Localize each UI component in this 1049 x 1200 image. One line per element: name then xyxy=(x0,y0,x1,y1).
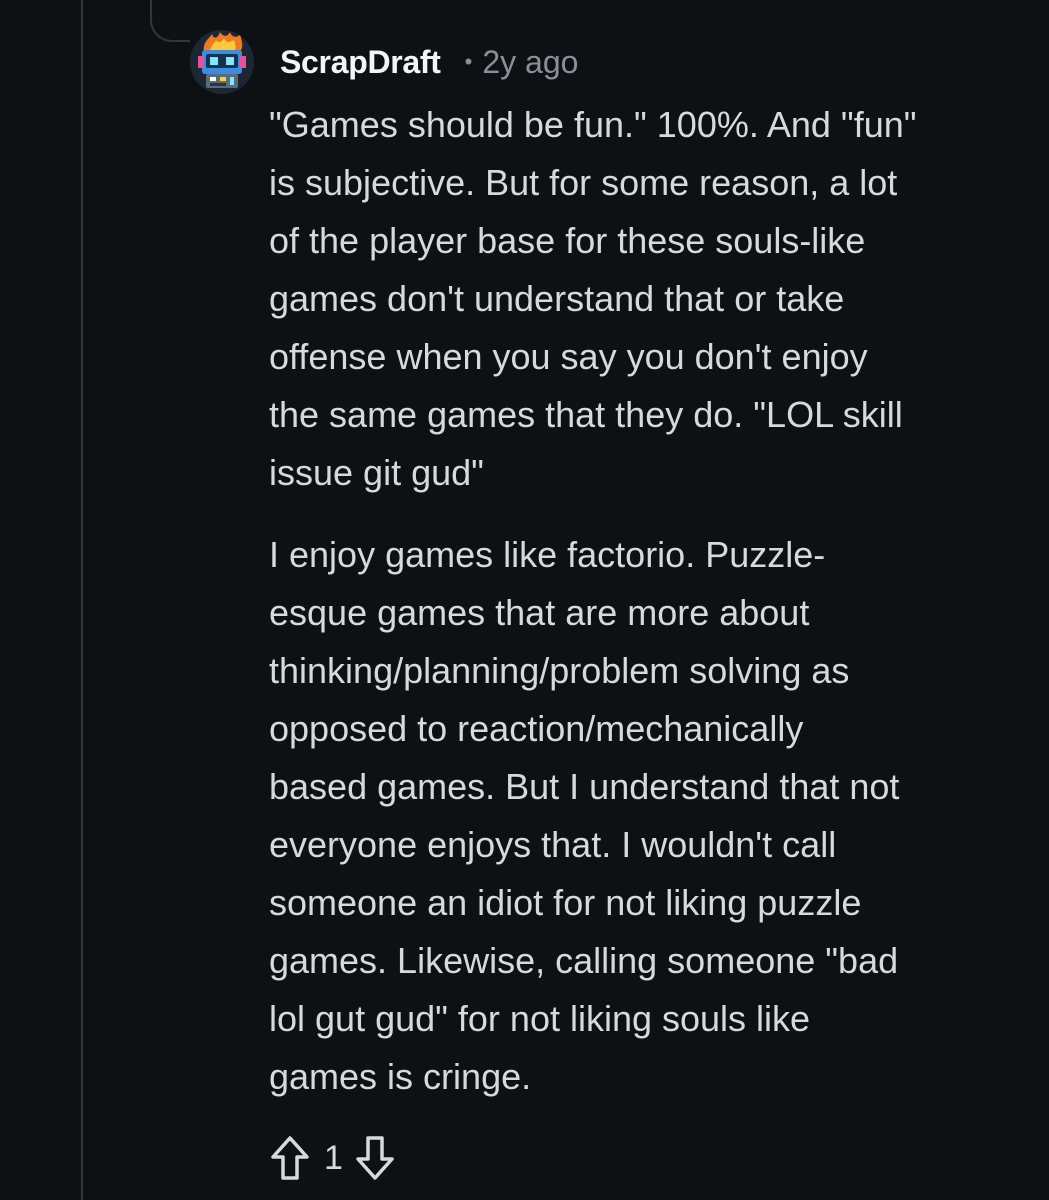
comment-timestamp[interactable]: 2y ago xyxy=(482,44,578,81)
comment-line: thinking/planning/problem solving as xyxy=(269,650,850,691)
comment-line: esque games that are more about xyxy=(269,592,810,633)
parent-thread-line[interactable] xyxy=(81,0,83,1200)
comment-line: based games. But I understand that not xyxy=(269,766,900,807)
comment-line: opposed to reaction/mechanically xyxy=(269,708,804,749)
comment-line: issue git gud" xyxy=(269,452,484,493)
comment-line: games don't understand that or take xyxy=(269,278,845,319)
username-link[interactable]: ScrapDraft xyxy=(280,44,441,81)
comment-line: lol gut gud" for not liking souls like xyxy=(269,998,811,1039)
comment-paragraph: I enjoy games like factorio. Puzzle- esq… xyxy=(269,526,1029,1106)
comment-line: everyone enjoys that. I wouldn't call xyxy=(269,824,837,865)
vote-count: 1 xyxy=(324,1138,343,1177)
meta-separator: • xyxy=(464,49,473,74)
comment-body: "Games should be fun." 100%. And "fun" i… xyxy=(269,96,1029,1106)
comment-line: offense when you say you don't enjoy xyxy=(269,336,868,377)
comment-line: is subjective. But for some reason, a lo… xyxy=(269,162,898,203)
comment-line: games is cringe. xyxy=(269,1056,532,1097)
downvote-arrow-icon xyxy=(356,1136,394,1180)
comment-line: "Games should be fun." 100%. And "fun" xyxy=(269,104,917,145)
comment-line: someone an idiot for not liking puzzle xyxy=(269,882,862,923)
upvote-arrow-icon xyxy=(271,1136,309,1180)
vote-actions: 1 xyxy=(268,1130,397,1186)
downvote-button[interactable] xyxy=(353,1134,397,1182)
comment-line: I enjoy games like factorio. Puzzle- xyxy=(269,534,826,575)
comment-line: of the player base for these souls-like xyxy=(269,220,866,261)
comment-line: the same games that they do. "LOL skill xyxy=(269,394,903,435)
robot-avatar-icon xyxy=(190,30,254,94)
upvote-button[interactable] xyxy=(268,1134,312,1182)
user-avatar[interactable] xyxy=(190,30,254,94)
comment-line: games. Likewise, calling someone "bad xyxy=(269,940,899,981)
branch-thread-line[interactable] xyxy=(150,0,190,42)
comment-header: ScrapDraft • 2y ago xyxy=(280,40,578,84)
comment-paragraph: "Games should be fun." 100%. And "fun" i… xyxy=(269,96,1029,502)
